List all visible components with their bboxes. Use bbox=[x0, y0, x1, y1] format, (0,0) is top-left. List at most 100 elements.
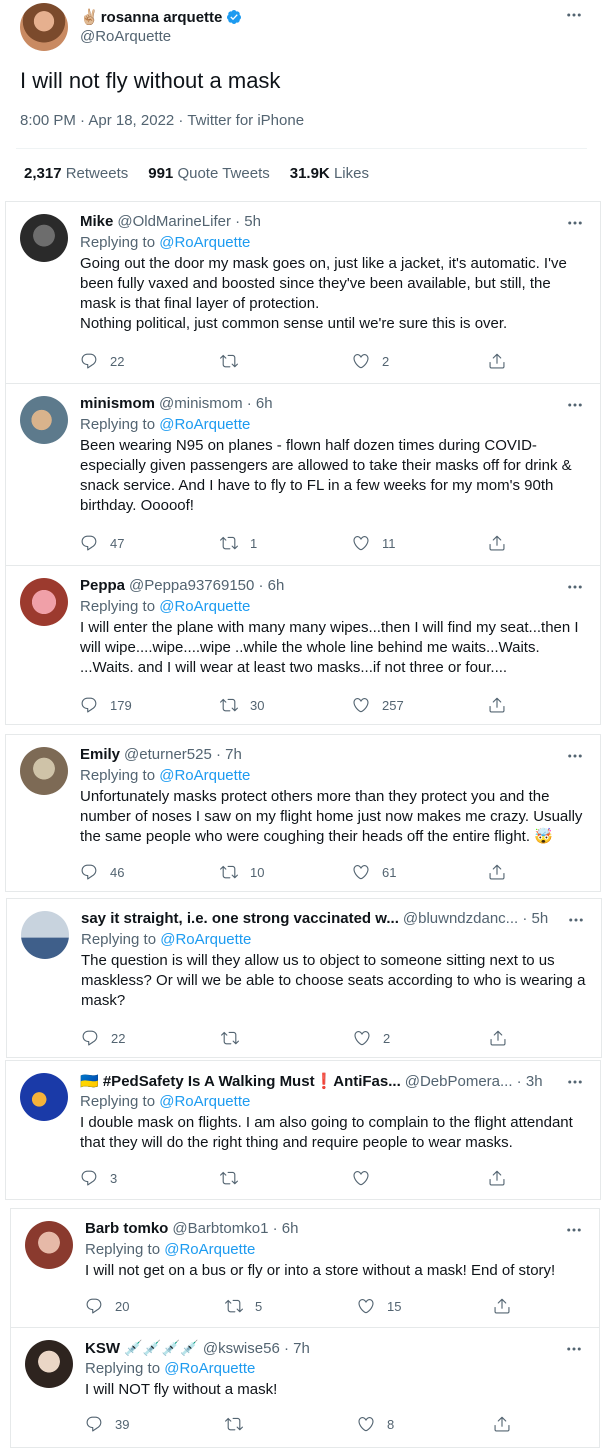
reply-button[interactable]: 20 bbox=[85, 1297, 129, 1315]
reply-author-name[interactable]: 🇺🇦 #PedSafety Is A Walking Must❗AntiFas.… bbox=[80, 1072, 401, 1090]
reply-handle-time[interactable]: @OldMarineLifer · 5h bbox=[117, 213, 261, 230]
replying-to-prefix: Replying to bbox=[80, 234, 156, 251]
reply-avatar[interactable] bbox=[25, 1221, 73, 1269]
replying-to-link[interactable]: @RoArquette bbox=[160, 931, 251, 948]
reply-button[interactable]: 22 bbox=[81, 1029, 125, 1047]
reply-tweet[interactable]: KSW 💉💉💉💉 @kswise56 · 7h Replying to @RoA… bbox=[10, 1327, 600, 1448]
reply-avatar[interactable] bbox=[25, 1340, 73, 1388]
author-avatar[interactable] bbox=[20, 3, 68, 51]
reply-actions: 179 30 257 bbox=[80, 696, 510, 716]
reply-avatar[interactable] bbox=[20, 214, 68, 262]
like-button[interactable]: 8 bbox=[357, 1415, 394, 1433]
more-icon[interactable] bbox=[563, 4, 585, 26]
replying-to: Replying to @RoArquette bbox=[80, 598, 250, 615]
share-button[interactable] bbox=[488, 534, 506, 552]
reply-author-name[interactable]: Emily bbox=[80, 746, 120, 763]
reply-tweet[interactable]: Emily @eturner525 · 7h Replying to @RoAr… bbox=[5, 734, 601, 892]
author-handle[interactable]: @RoArquette bbox=[80, 28, 171, 45]
replying-to: Replying to @RoArquette bbox=[85, 1241, 255, 1258]
replying-to: Replying to @RoArquette bbox=[80, 416, 250, 433]
more-icon[interactable] bbox=[564, 212, 586, 234]
more-icon[interactable] bbox=[563, 1338, 585, 1360]
retweet-button[interactable] bbox=[220, 352, 250, 370]
reply-button[interactable]: 3 bbox=[80, 1169, 117, 1187]
reply-avatar[interactable] bbox=[20, 396, 68, 444]
reply-handle-time[interactable]: @bluwndzdanc... · 5h bbox=[403, 910, 548, 927]
reply-avatar[interactable] bbox=[21, 911, 69, 959]
retweet-button[interactable]: 1 bbox=[220, 534, 257, 552]
reply-avatar[interactable] bbox=[20, 747, 68, 795]
replying-to-link[interactable]: @RoArquette bbox=[164, 1241, 255, 1258]
reply-handle-time[interactable]: @DebPomera... · 3h bbox=[405, 1073, 543, 1090]
reply-button[interactable]: 47 bbox=[80, 534, 124, 552]
retweet-button[interactable]: 30 bbox=[220, 696, 264, 714]
reply-tweet[interactable]: minismom @minismom · 6h Replying to @RoA… bbox=[5, 383, 601, 566]
author-name[interactable]: rosanna arquette bbox=[101, 9, 223, 26]
more-icon[interactable] bbox=[564, 576, 586, 598]
share-button[interactable] bbox=[493, 1415, 511, 1433]
share-button[interactable] bbox=[488, 863, 506, 881]
more-icon[interactable] bbox=[563, 1219, 585, 1241]
reply-handle-time[interactable]: @Peppa93769150 · 6h bbox=[129, 577, 284, 594]
reply-author-name[interactable]: Barb tomko bbox=[85, 1220, 168, 1237]
share-button[interactable] bbox=[488, 352, 506, 370]
share-button[interactable] bbox=[488, 1169, 506, 1187]
likes-stat[interactable]: 31.9K Likes bbox=[290, 165, 369, 182]
more-icon[interactable] bbox=[564, 1071, 586, 1093]
like-icon bbox=[357, 1297, 375, 1315]
reply-author-name[interactable]: minismom bbox=[80, 395, 155, 412]
like-button[interactable]: 2 bbox=[353, 1029, 390, 1047]
retweet-button[interactable]: 10 bbox=[220, 863, 264, 881]
retweet-button[interactable]: 5 bbox=[225, 1297, 262, 1315]
replying-to-link[interactable]: @RoArquette bbox=[159, 416, 250, 433]
reply-handle-time[interactable]: @kswise56 · 7h bbox=[203, 1340, 310, 1357]
like-button[interactable]: 257 bbox=[352, 696, 404, 714]
share-button[interactable] bbox=[493, 1297, 511, 1315]
reply-avatar[interactable] bbox=[20, 1073, 68, 1121]
retweet-button[interactable] bbox=[225, 1415, 255, 1433]
more-icon[interactable] bbox=[565, 909, 587, 931]
retweet-count: 1 bbox=[250, 535, 258, 551]
like-button[interactable] bbox=[352, 1169, 382, 1187]
like-button[interactable]: 61 bbox=[352, 863, 396, 881]
reply-tweet[interactable]: say it straight, i.e. one strong vaccina… bbox=[6, 898, 602, 1058]
replying-to-prefix: Replying to bbox=[85, 1360, 161, 1377]
retweet-button[interactable] bbox=[221, 1029, 251, 1047]
retweet-count: 10 bbox=[250, 864, 265, 880]
reply-button[interactable]: 46 bbox=[80, 863, 124, 881]
reply-actions: 22 2 bbox=[80, 352, 510, 372]
reply-author-name[interactable]: Mike bbox=[80, 213, 113, 230]
more-icon[interactable] bbox=[564, 745, 586, 767]
reply-author-name[interactable]: say it straight, i.e. one strong vaccina… bbox=[81, 910, 399, 927]
more-icon[interactable] bbox=[564, 394, 586, 416]
reply-button[interactable]: 22 bbox=[80, 352, 124, 370]
reply-button[interactable]: 39 bbox=[85, 1415, 129, 1433]
reply-author-name[interactable]: Peppa bbox=[80, 577, 125, 594]
like-button[interactable]: 15 bbox=[357, 1297, 401, 1315]
reply-handle-time[interactable]: @Barbtomko1 · 6h bbox=[172, 1220, 298, 1237]
reply-avatar[interactable] bbox=[20, 578, 68, 626]
reply-handle-time[interactable]: @eturner525 · 7h bbox=[124, 746, 242, 763]
reply-tweet[interactable]: Mike @OldMarineLifer · 5h Replying to @R… bbox=[5, 201, 601, 384]
reply-author-name[interactable]: KSW 💉💉💉💉 bbox=[85, 1339, 199, 1357]
retweet-button[interactable] bbox=[220, 1169, 250, 1187]
tweet-timestamp[interactable]: 8:00 PM · Apr 18, 2022 · Twitter for iPh… bbox=[20, 112, 304, 129]
replying-to-link[interactable]: @RoArquette bbox=[159, 1093, 250, 1110]
reply-button[interactable]: 179 bbox=[80, 696, 132, 714]
reply-tweet[interactable]: Barb tomko @Barbtomko1 · 6h Replying to … bbox=[10, 1208, 600, 1328]
reply-tweet[interactable]: Peppa @Peppa93769150 · 6h Replying to @R… bbox=[5, 565, 601, 725]
share-button[interactable] bbox=[488, 696, 506, 714]
quote-tweets-stat[interactable]: 991 Quote Tweets bbox=[148, 165, 269, 182]
like-button[interactable]: 2 bbox=[352, 352, 389, 370]
author-name-line[interactable]: ✌🏼 rosanna arquette bbox=[80, 8, 242, 26]
like-button[interactable]: 11 bbox=[352, 534, 396, 552]
share-button[interactable] bbox=[489, 1029, 507, 1047]
reply-handle-time[interactable]: @minismom · 6h bbox=[159, 395, 273, 412]
replying-to-link[interactable]: @RoArquette bbox=[159, 598, 250, 615]
reply-tweet[interactable]: 🇺🇦 #PedSafety Is A Walking Must❗AntiFas.… bbox=[5, 1060, 601, 1200]
retweets-stat[interactable]: 2,317 Retweets bbox=[24, 165, 128, 182]
reply-icon bbox=[85, 1297, 103, 1315]
replying-to-link[interactable]: @RoArquette bbox=[159, 767, 250, 784]
replying-to-link[interactable]: @RoArquette bbox=[159, 234, 250, 251]
replying-to-link[interactable]: @RoArquette bbox=[164, 1360, 255, 1377]
